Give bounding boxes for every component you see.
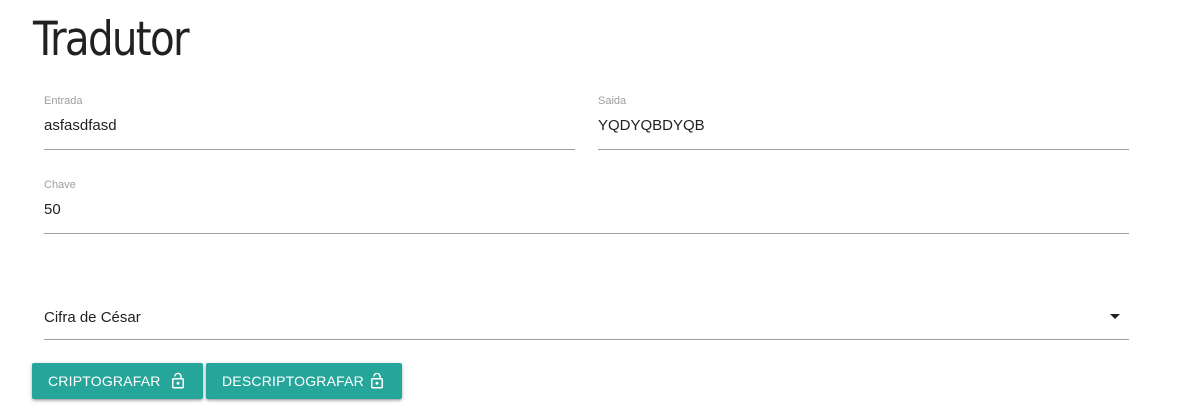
decrypt-button-label: DESCRIPTOGRAFAR (222, 373, 364, 389)
entrada-underline (44, 149, 575, 150)
page-title: Tradutor (33, 12, 190, 67)
decrypt-button[interactable]: DESCRIPTOGRAFAR (206, 363, 402, 399)
saida-input[interactable] (598, 114, 1129, 138)
chave-underline (44, 233, 1129, 234)
entrada-field: Entrada (44, 94, 575, 154)
entrada-input[interactable] (44, 114, 575, 138)
lock-open-icon (371, 372, 383, 389)
encrypt-button[interactable]: CRIPTOGRAFAR (32, 363, 203, 399)
chave-label: Chave (44, 179, 76, 191)
entrada-label: Entrada (44, 95, 83, 107)
dropdown-arrow-icon[interactable] (1110, 314, 1120, 319)
lock-open-icon (172, 372, 184, 389)
chave-field: Chave (44, 178, 1129, 238)
translator-page: Tradutor Entrada Saida Chave Cifra de Cé… (0, 0, 1197, 415)
chave-input[interactable] (44, 198, 1129, 222)
cipher-select[interactable]: Cifra de César (44, 302, 1129, 342)
saida-underline (598, 149, 1129, 150)
encrypt-button-label: CRIPTOGRAFAR (48, 373, 161, 389)
saida-field: Saida (598, 94, 1129, 154)
cipher-select-value: Cifra de César (44, 309, 141, 326)
saida-label: Saida (598, 95, 627, 107)
cipher-select-underline (44, 339, 1129, 340)
